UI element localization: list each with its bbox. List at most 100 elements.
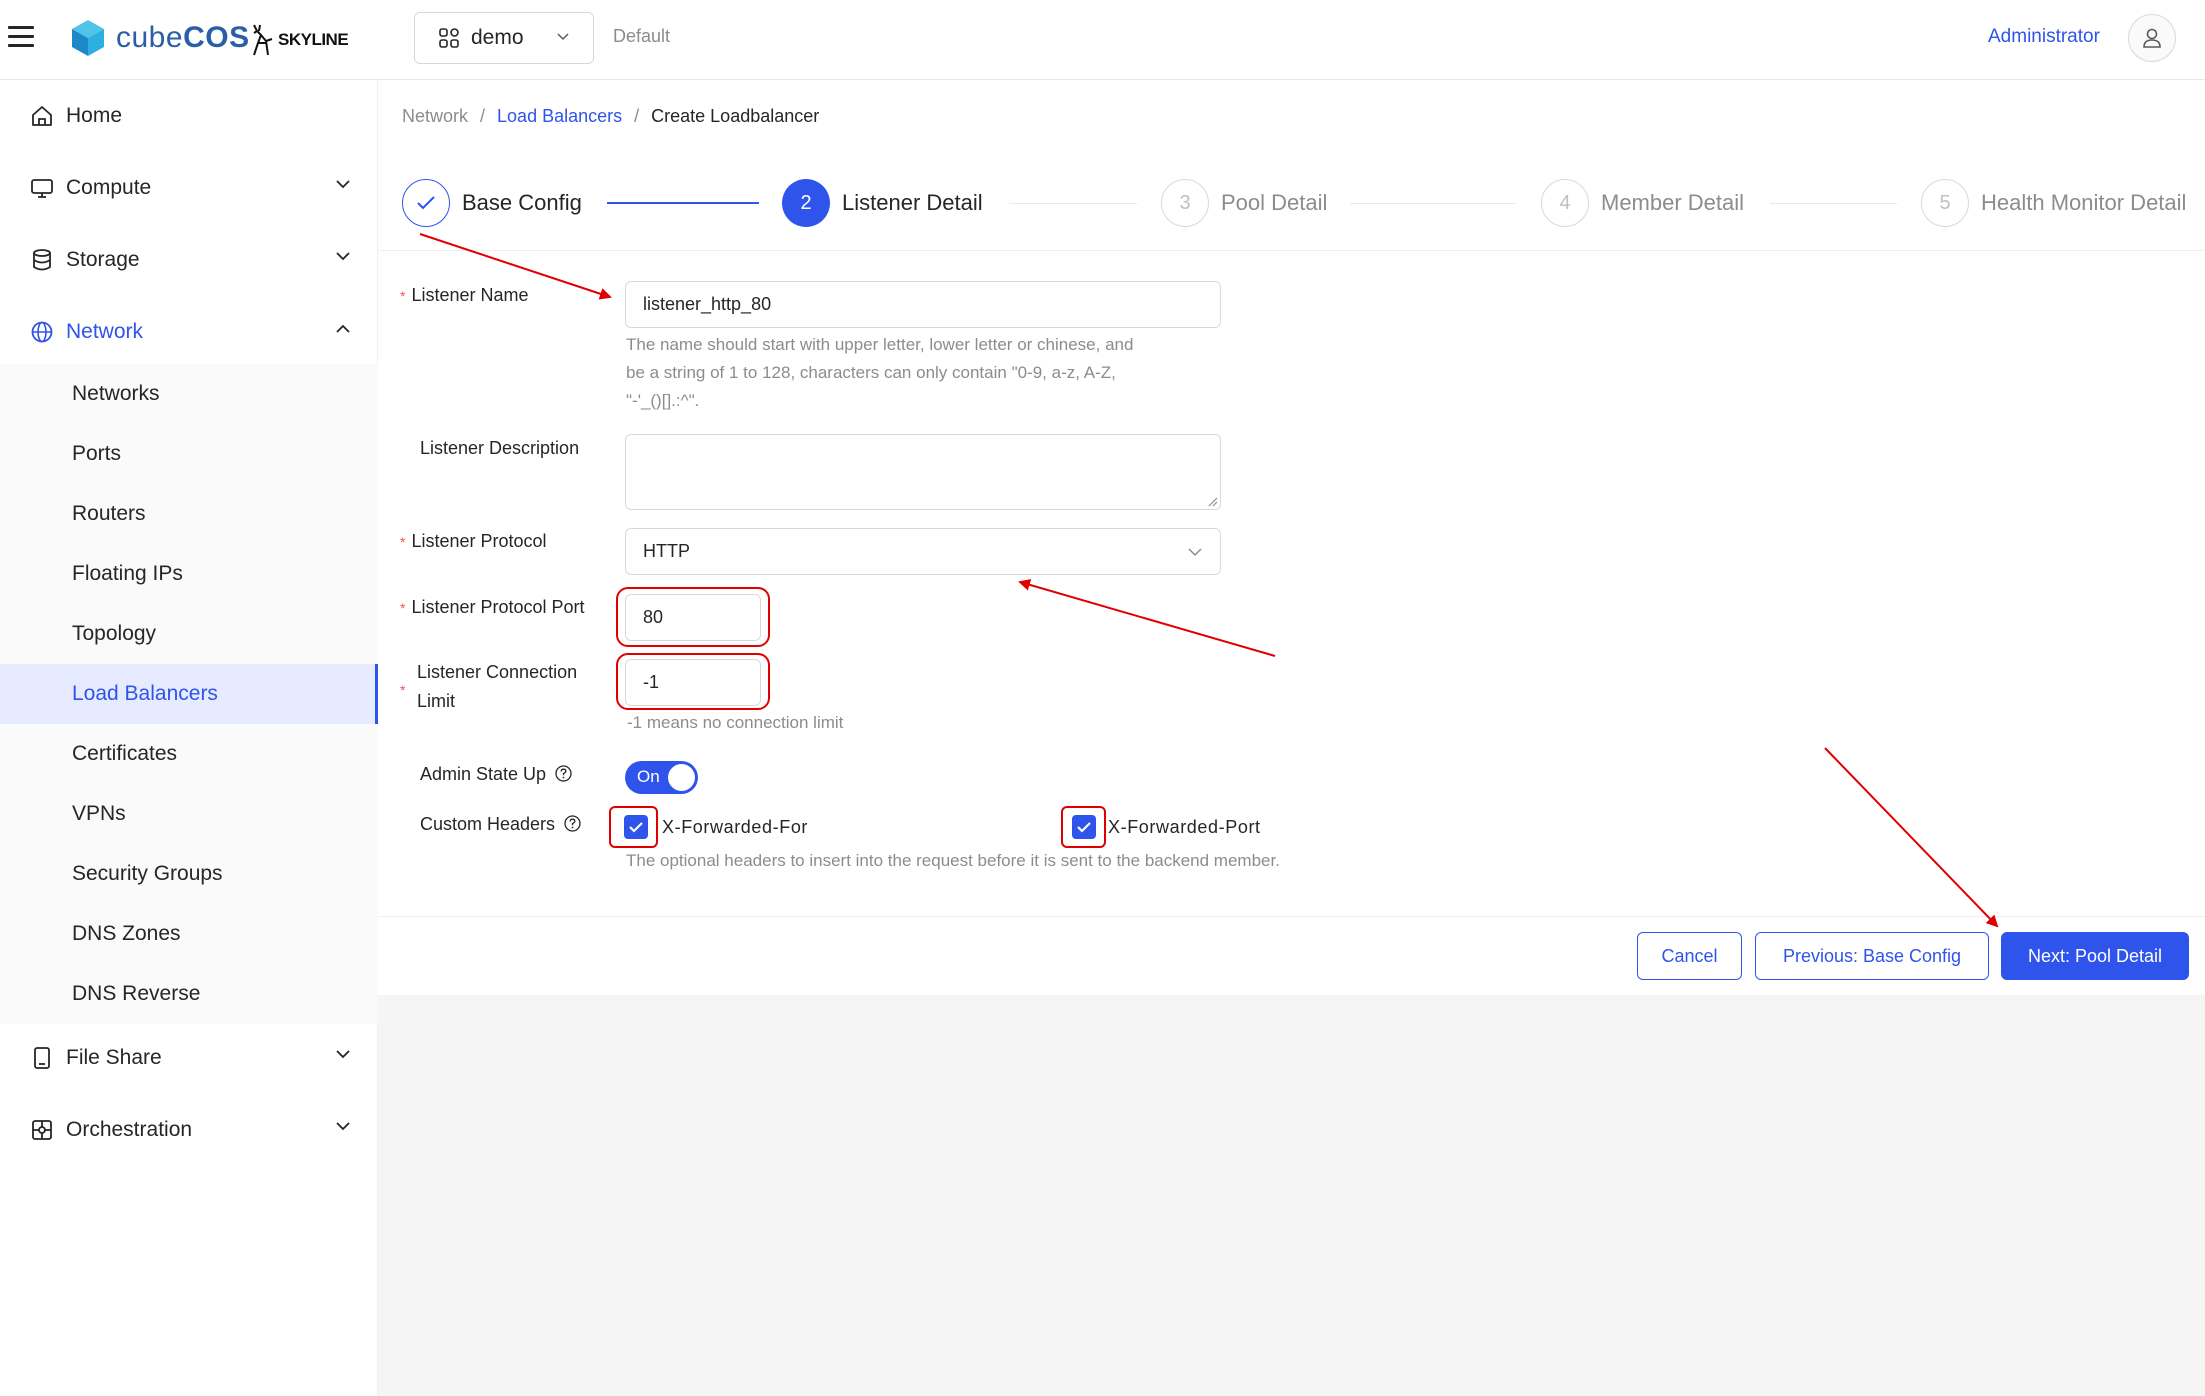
chevron-down-icon xyxy=(557,33,569,41)
question-circle-icon[interactable] xyxy=(564,815,581,832)
listener-protocol-label: * Listener Protocol xyxy=(400,531,547,551)
step-connector xyxy=(1009,203,1137,204)
previous-button[interactable]: Previous: Base Config xyxy=(1755,932,1989,980)
step-connector xyxy=(607,202,759,204)
x-forwarded-port-label[interactable]: X-Forwarded-Port xyxy=(1108,817,1261,838)
step-connector xyxy=(1770,203,1897,204)
database-icon xyxy=(33,249,51,271)
step-number-2: 2 xyxy=(782,179,830,227)
question-circle-icon[interactable] xyxy=(555,765,572,782)
chevron-up-icon xyxy=(336,324,350,333)
sidebar-item-dns-reverse[interactable]: DNS Reverse xyxy=(0,964,378,1024)
chevron-down-icon xyxy=(336,1122,350,1131)
admin-state-toggle-text: On xyxy=(637,767,660,786)
sidebar-label-networks: Networks xyxy=(72,382,160,405)
project-name: demo xyxy=(471,26,524,49)
monitor-icon xyxy=(31,179,53,198)
listener-name-label: * Listener Name xyxy=(400,285,529,305)
sidebar-label-topology: Topology xyxy=(72,622,157,645)
sidebar-label-home: Home xyxy=(66,104,123,127)
breadcrumb: Network / Load Balancers / Create Loadba… xyxy=(402,106,820,127)
step-label-base-config: Base Config xyxy=(462,190,582,215)
listener-protocol-select[interactable]: HTTP xyxy=(625,528,1221,575)
check-icon xyxy=(629,822,643,833)
sidebar: Home Compute Storage Network Networks Po… xyxy=(0,80,378,1396)
sidebar-label-orchestration: Orchestration xyxy=(66,1118,193,1141)
listener-name-input[interactable]: listener_http_80 xyxy=(625,281,1221,328)
breadcrumb-load-balancers[interactable]: Load Balancers xyxy=(497,106,622,127)
sidebar-item-home[interactable]: Home xyxy=(0,80,378,152)
cancel-button[interactable]: Cancel xyxy=(1637,932,1742,980)
step-number-3: 3 xyxy=(1161,179,1209,227)
x-forwarded-for-label[interactable]: X-Forwarded-For xyxy=(662,817,808,838)
menu-toggle-icon[interactable] xyxy=(8,26,34,48)
sidebar-item-certificates[interactable]: Certificates xyxy=(0,724,378,784)
sidebar-label-routers: Routers xyxy=(72,502,146,525)
sidebar-label-vpns: VPNs xyxy=(72,802,126,825)
sidebar-label-dns-zones: DNS Zones xyxy=(72,922,181,945)
next-button[interactable]: Next: Pool Detail xyxy=(2001,932,2189,980)
step-connector xyxy=(1350,203,1516,204)
sidebar-item-topology[interactable]: Topology xyxy=(0,604,378,664)
sidebar-item-vpns[interactable]: VPNs xyxy=(0,784,378,844)
sidebar-item-network[interactable]: Network xyxy=(0,296,378,368)
sidebar-item-orchestration[interactable]: Orchestration xyxy=(0,1094,378,1166)
top-header: cubeCOS SKYLINE demo Default Administrat… xyxy=(0,0,2205,80)
sidebar-label-dns-reverse: DNS Reverse xyxy=(72,982,201,1005)
custom-headers-label: Custom Headers xyxy=(420,810,581,839)
sidebar-item-security-groups[interactable]: Security Groups xyxy=(0,844,378,904)
sidebar-item-compute[interactable]: Compute xyxy=(0,152,378,224)
chevron-down-icon xyxy=(336,252,350,261)
step-label-health-monitor-detail: Health Monitor Detail xyxy=(1981,190,2187,215)
user-menu-link[interactable]: Administrator xyxy=(1988,26,2100,48)
deer-logo-icon xyxy=(253,24,273,56)
user-icon xyxy=(2143,28,2161,48)
avatar[interactable] xyxy=(2128,14,2176,62)
domain-label: Default xyxy=(613,26,671,46)
sidebar-item-ports[interactable]: Ports xyxy=(0,424,378,484)
listener-description-label: Listener Description xyxy=(420,438,580,458)
sidebar-label-load-balancers: Load Balancers xyxy=(72,682,218,705)
sidebar-label-compute: Compute xyxy=(66,176,152,199)
brand-prefix: cube xyxy=(116,21,184,54)
chevron-down-icon xyxy=(1188,548,1202,557)
listener-connection-limit-label: * Listener Connection Limit xyxy=(400,662,578,711)
listener-protocol-port-label: * Listener Protocol Port xyxy=(400,597,585,617)
file-share-icon xyxy=(34,1047,50,1069)
sidebar-item-networks[interactable]: Networks xyxy=(0,364,378,424)
x-forwarded-port-checkbox[interactable] xyxy=(1072,815,1096,839)
apps-grid-icon xyxy=(439,28,459,48)
sidebar-label-ports: Ports xyxy=(72,442,122,465)
admin-state-up-label: Admin State Up xyxy=(420,760,572,789)
sidebar-item-load-balancers[interactable]: Load Balancers xyxy=(0,664,378,724)
breadcrumb-current: Create Loadbalancer xyxy=(651,106,820,126)
sidebar-item-dns-zones[interactable]: DNS Zones xyxy=(0,904,378,964)
sidebar-item-storage[interactable]: Storage xyxy=(0,224,378,296)
chevron-down-icon xyxy=(336,1050,350,1059)
admin-state-toggle[interactable]: On xyxy=(625,761,698,794)
sidebar-label-network: Network xyxy=(66,320,144,343)
resize-handle-icon[interactable] xyxy=(1206,495,1218,507)
x-forwarded-for-checkbox[interactable] xyxy=(624,815,648,839)
orchestration-icon xyxy=(32,1120,52,1140)
listener-description-textarea[interactable] xyxy=(625,434,1221,510)
project-selector[interactable]: demo xyxy=(414,12,594,64)
listener-protocol-port-input[interactable]: 80 xyxy=(625,594,761,641)
sidebar-item-file-share[interactable]: File Share xyxy=(0,1022,378,1094)
cubecos-logo[interactable]: cubeCOS xyxy=(70,18,250,58)
step-number-5: 5 xyxy=(1921,179,1969,227)
sidebar-label-floating-ips: Floating IPs xyxy=(72,562,183,585)
sidebar-label-certificates: Certificates xyxy=(72,742,178,765)
skyline-logo: SKYLINE xyxy=(248,22,349,58)
sidebar-label-file-share: File Share xyxy=(66,1046,162,1069)
brand-suffix: COS xyxy=(183,21,250,54)
sidebar-item-routers[interactable]: Routers xyxy=(0,484,378,544)
check-icon xyxy=(402,179,450,227)
listener-connection-limit-input[interactable]: -1 xyxy=(625,659,761,706)
sidebar-item-floating-ips[interactable]: Floating IPs xyxy=(0,544,378,604)
check-icon xyxy=(1077,822,1091,833)
listener-protocol-value: HTTP xyxy=(643,541,690,561)
breadcrumb-network[interactable]: Network xyxy=(402,106,468,127)
globe-icon xyxy=(31,321,53,343)
chevron-down-icon xyxy=(336,180,350,189)
